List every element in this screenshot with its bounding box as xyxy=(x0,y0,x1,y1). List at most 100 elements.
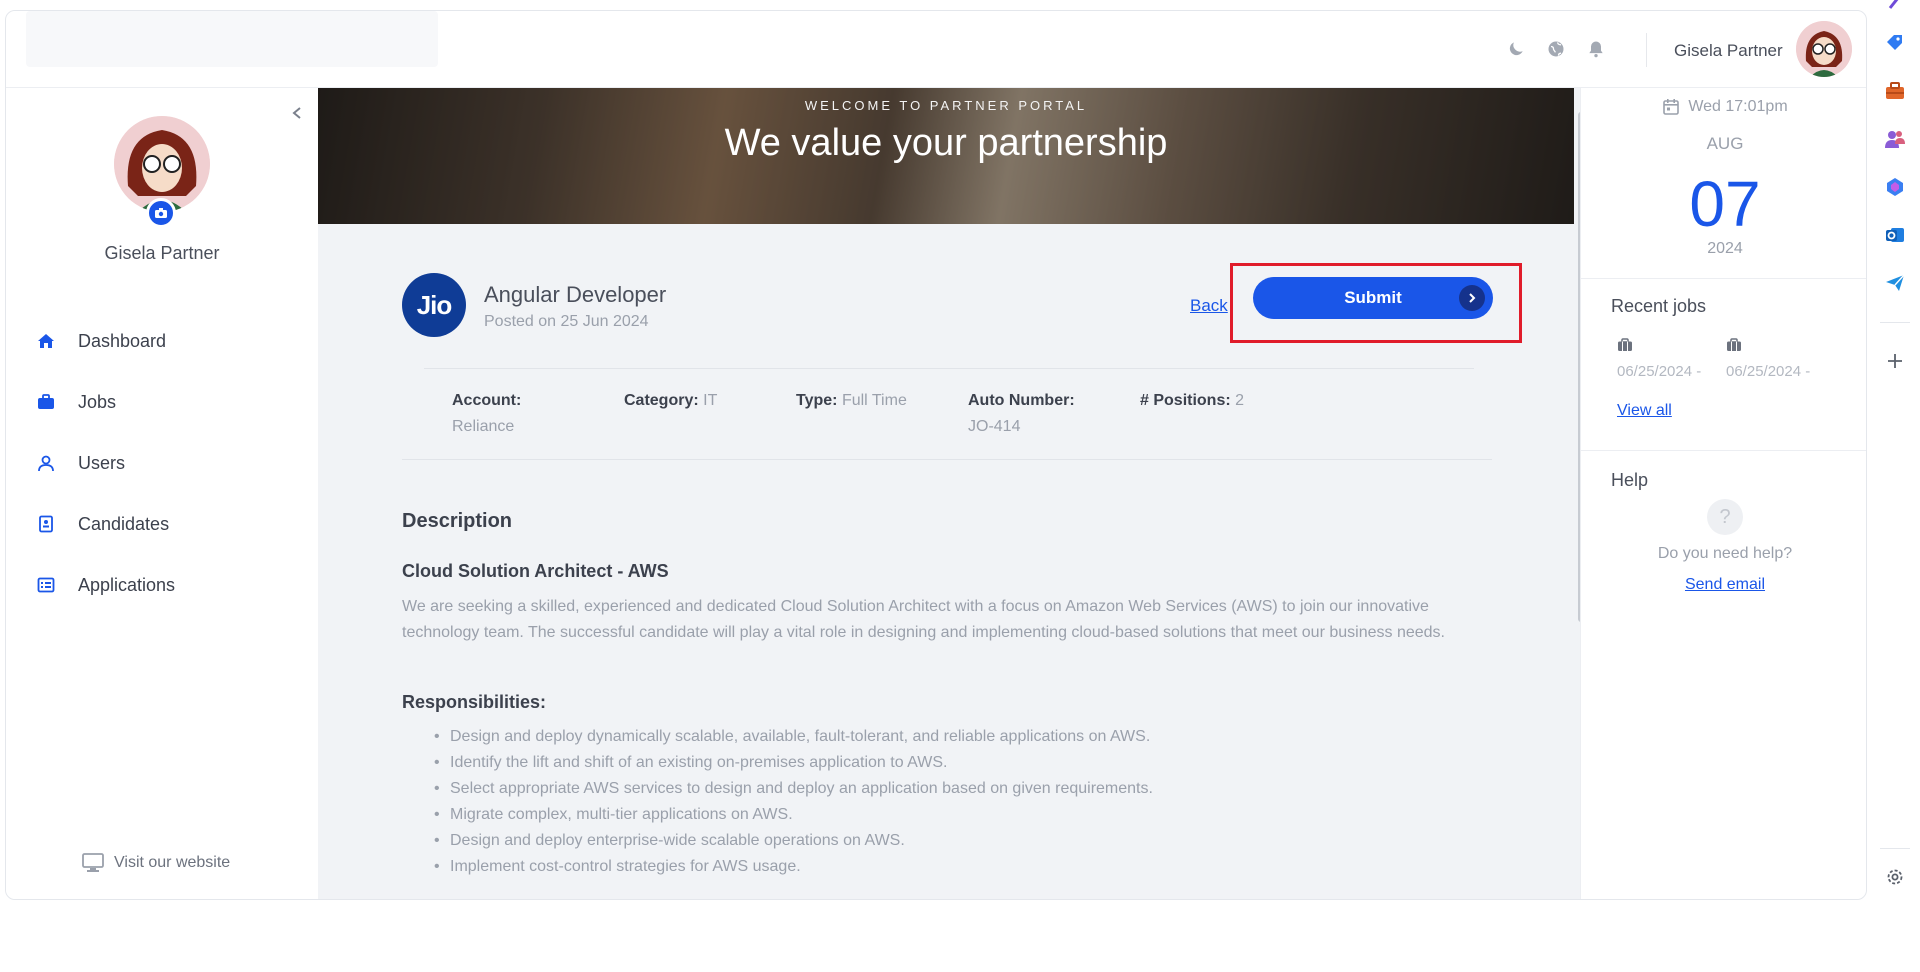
logo-area xyxy=(26,11,438,67)
date-year: 2024 xyxy=(1707,240,1743,257)
recent-job-date: 06/25/2024 - xyxy=(1726,363,1811,380)
sidebar-item-label: Jobs xyxy=(78,391,117,412)
recent-jobs-heading: Recent jobs xyxy=(1611,296,1707,316)
meta-value: 2 xyxy=(1235,392,1245,409)
meta-divider xyxy=(402,459,1492,460)
description-paragraph: We are seeking a skilled, experienced an… xyxy=(402,598,1445,641)
meta-auto-number: Auto Number: JO-414 xyxy=(968,388,1075,440)
meta-key: Auto Number: xyxy=(968,392,1075,409)
header-divider xyxy=(1646,33,1647,67)
plus-icon[interactable] xyxy=(1884,350,1906,372)
list-item: Select appropriate AWS services to desig… xyxy=(434,776,1500,802)
sidebar-item-applications[interactable]: Applications xyxy=(36,565,296,605)
header-avatar[interactable] xyxy=(1796,21,1852,77)
sidebar-item-dashboard[interactable]: Dashboard xyxy=(36,321,296,361)
responsibilities-list: Design and deploy dynamically scalable, … xyxy=(434,724,1500,880)
meta-key: # Positions: xyxy=(1140,392,1231,409)
sidebar-item-label: Candidates xyxy=(78,513,170,534)
banner-kicker: WELCOME TO PARTNER PORTAL xyxy=(804,98,1088,113)
responsibilities-heading: Responsibilities: xyxy=(402,692,547,712)
datetime-row: Wed 17:01pm xyxy=(1581,98,1866,116)
recent-job-item[interactable]: 06/25/2024 - xyxy=(1726,338,1826,380)
meta-value: Reliance xyxy=(452,418,515,435)
meta-value: IT xyxy=(703,392,718,409)
briefcase-icon xyxy=(1617,338,1633,356)
right-panel: Wed 17:01pm AUG 07 2024 Recent jobs 06/2… xyxy=(1580,88,1866,899)
chevron-right-icon xyxy=(1459,285,1485,311)
user-icon xyxy=(36,453,56,473)
outlook-icon[interactable] xyxy=(1884,224,1906,246)
contact-card-icon xyxy=(36,514,56,534)
recent-job-date: 06/25/2024 - xyxy=(1617,363,1702,380)
globe-icon[interactable] xyxy=(1544,37,1568,61)
left-sidebar: Gisela Partner Dashboard Jobs Users Cand… xyxy=(6,88,318,899)
top-header: Gisela Partner xyxy=(6,11,1866,88)
meta-value: JO-414 xyxy=(968,418,1021,435)
meta-key: Type: xyxy=(796,392,838,409)
rail-divider xyxy=(1880,322,1910,323)
description-subheading: Cloud Solution Architect - AWS xyxy=(402,561,669,581)
meta-key: Category: xyxy=(624,392,699,409)
help-icon: ? xyxy=(1707,499,1743,535)
meta-positions: # Positions: 2 xyxy=(1140,388,1244,414)
meta-type: Type: Full Time xyxy=(796,388,907,414)
toolbox-icon[interactable] xyxy=(1884,80,1906,102)
meta-divider xyxy=(424,368,1474,369)
collapse-sidebar-button[interactable] xyxy=(286,102,308,124)
meta-value: Full Time xyxy=(841,392,907,409)
send-icon[interactable] xyxy=(1884,272,1906,294)
copilot-icon[interactable] xyxy=(1884,176,1906,198)
rail-divider xyxy=(1880,848,1910,849)
home-icon xyxy=(36,331,56,351)
sidebar-item-label: Dashboard xyxy=(78,330,167,351)
datetime-text: Wed 17:01pm xyxy=(1688,98,1788,115)
sidebar-item-candidates[interactable]: Candidates xyxy=(36,504,296,544)
app-window: Gisela Partner Gisela Partner Dashboard … xyxy=(5,10,1867,900)
briefcase-icon xyxy=(1726,338,1742,356)
company-logo: Jio xyxy=(402,273,466,337)
moon-icon[interactable] xyxy=(1504,37,1528,61)
banner-title: We value your partnership xyxy=(724,122,1168,164)
meta-key: Account: xyxy=(452,392,522,409)
job-title: Angular Developer xyxy=(484,282,667,307)
panel-divider xyxy=(1581,450,1866,451)
sidebar-item-label: Users xyxy=(78,452,126,473)
sidebar-username: Gisela Partner xyxy=(104,243,220,263)
panel-divider xyxy=(1581,278,1866,279)
job-posted-date: Posted on 25 Jun 2024 xyxy=(484,313,649,330)
submit-label: Submit xyxy=(1344,288,1402,307)
monitor-icon xyxy=(82,853,104,873)
list-item: Design and deploy dynamically scalable, … xyxy=(434,724,1500,750)
visit-website-link[interactable]: Visit our website xyxy=(82,853,230,873)
sidebar-item-jobs[interactable]: Jobs xyxy=(36,382,296,422)
header-username[interactable]: Gisela Partner xyxy=(1674,41,1783,61)
help-heading: Help xyxy=(1611,470,1649,490)
list-item: Implement cost-control strategies for AW… xyxy=(434,854,1500,880)
date-day: 07 xyxy=(1689,168,1761,240)
visit-website-label: Visit our website xyxy=(114,854,231,871)
bell-icon[interactable] xyxy=(1584,37,1608,61)
back-link[interactable]: Back xyxy=(1190,296,1228,316)
date-month: AUG xyxy=(1706,134,1744,153)
recent-job-item[interactable]: 06/25/2024 - xyxy=(1617,338,1717,380)
sidebar-item-label: Applications xyxy=(78,574,176,595)
main-content: WELCOME TO PARTNER PORTAL We value your … xyxy=(318,88,1580,899)
send-email-link[interactable]: Send email xyxy=(1581,576,1866,594)
view-all-link[interactable]: View all xyxy=(1617,402,1672,420)
help-question: Do you need help? xyxy=(1657,545,1793,562)
gear-icon[interactable] xyxy=(1884,866,1906,888)
list-item: Design and deploy enterprise-wide scalab… xyxy=(434,828,1500,854)
people-icon[interactable] xyxy=(1884,128,1906,150)
submit-button[interactable]: Submit xyxy=(1253,277,1493,319)
calendar-icon xyxy=(1662,98,1680,116)
search-icon[interactable] xyxy=(1884,0,1906,14)
welcome-banner: WELCOME TO PARTNER PORTAL We value your … xyxy=(318,88,1574,224)
list-item: Identify the lift and shift of an existi… xyxy=(434,750,1500,776)
meta-category: Category: IT xyxy=(624,388,717,414)
briefcase-icon xyxy=(36,392,56,412)
camera-icon[interactable] xyxy=(146,198,176,228)
sidebar-item-users[interactable]: Users xyxy=(36,443,296,483)
meta-account: Account: Reliance xyxy=(452,388,521,440)
tag-icon[interactable] xyxy=(1884,32,1906,54)
description-heading: Description xyxy=(402,510,513,532)
